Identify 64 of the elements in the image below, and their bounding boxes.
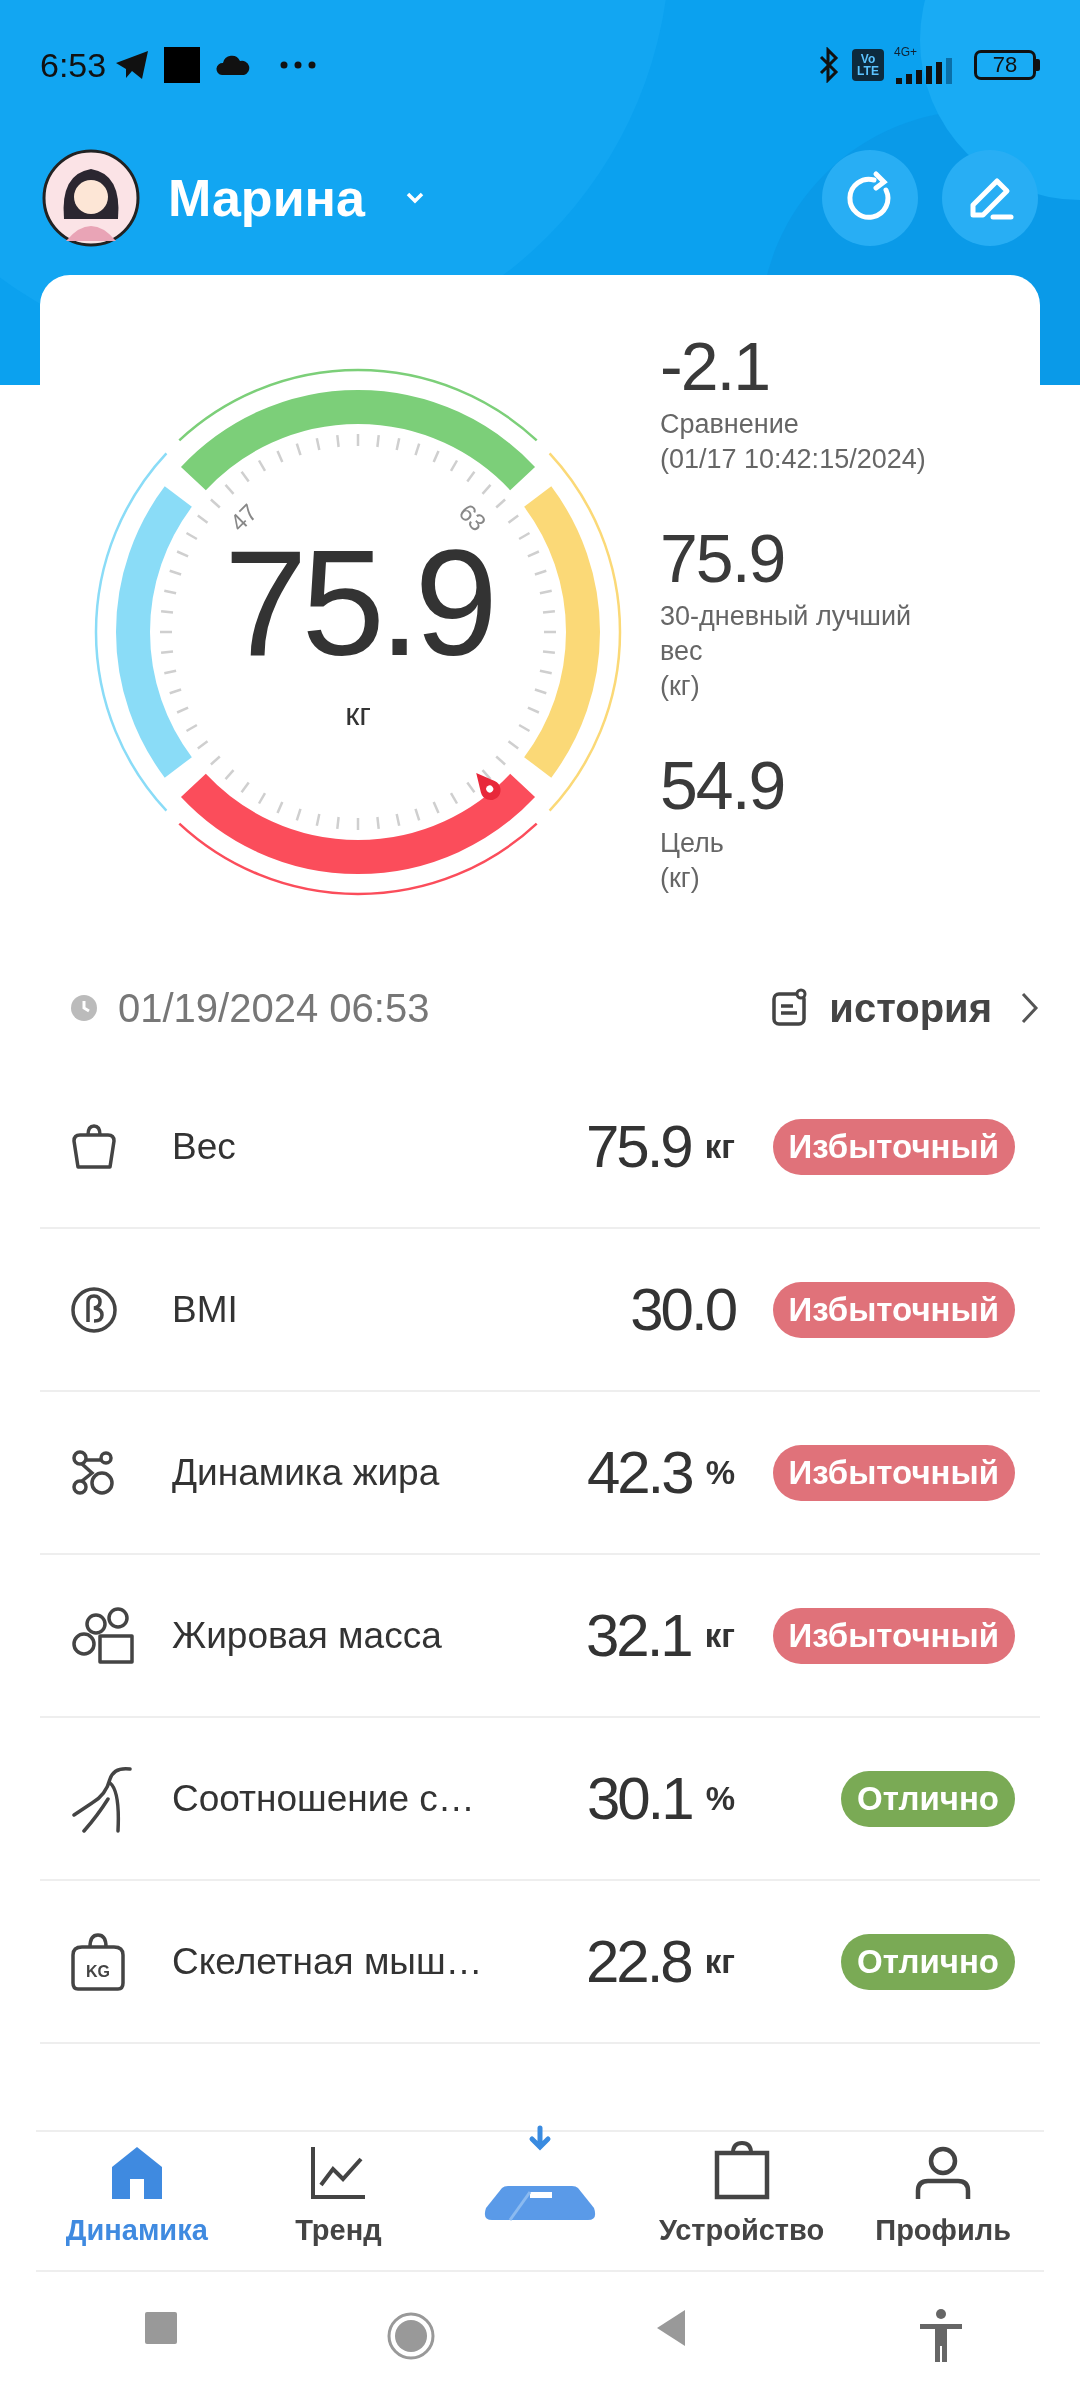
nav-tab[interactable]: Динамика (65, 2144, 208, 2252)
metric-name: Вес (172, 1124, 237, 1169)
home-button[interactable] (386, 2311, 436, 2361)
avatar-icon (42, 148, 140, 247)
more-icon (280, 61, 317, 69)
metric-name: Жировая масса (172, 1613, 443, 1658)
nav-tab[interactable]: Тренд (295, 2144, 382, 2252)
circle-icon (70, 1285, 118, 1334)
person-icon (914, 2144, 973, 2201)
send-icon (114, 49, 151, 81)
tick-label: 47 (224, 498, 263, 537)
bluetooth-icon (818, 47, 840, 83)
battery-indicator: 78 (974, 50, 1036, 80)
stat-label: (01/17 10:42:15/2024) (660, 443, 926, 476)
stat-label: вес (660, 635, 704, 668)
chevron-right-icon (1020, 991, 1040, 1025)
weight-bag-icon (70, 1122, 118, 1171)
stat-label: Цель (660, 827, 725, 860)
metric-value: 22.8 (585, 1926, 691, 1997)
volte-badge: Vo LTE (852, 49, 884, 81)
status-tag: Избыточный (772, 1444, 1015, 1501)
metric-unit: кг (704, 1941, 735, 1982)
network-type: 4G+ (894, 46, 917, 58)
metric-value: 30.0 (630, 1274, 735, 1345)
metric-value: 42.3 (586, 1437, 692, 1508)
metric-unit: кг (704, 1126, 735, 1167)
recent-apps-button[interactable] (144, 2311, 178, 2345)
metric-unit: % (705, 1778, 735, 1819)
metric-name: BMI (172, 1287, 239, 1332)
metric-value: 32.1 (585, 1600, 691, 1671)
nav-tab[interactable]: Профиль (875, 2144, 1012, 2252)
status-tag: Отлично (841, 1933, 1015, 1990)
cloud-icon (216, 54, 251, 76)
body-outline-icon (70, 1764, 132, 1833)
clock-time: 6:53 (40, 44, 107, 86)
metric-value: 30.1 (586, 1763, 692, 1834)
weight-unit: кг (345, 696, 371, 732)
stat-label: (кг) (660, 670, 701, 703)
clock-icon (70, 994, 98, 1022)
metric-name: Динамика жира (172, 1450, 441, 1495)
history-link[interactable]: история (771, 978, 1040, 1038)
stat-value: 54.9 (660, 746, 786, 825)
status-tag: Избыточный (772, 1607, 1015, 1664)
status-tag: Избыточный (772, 1118, 1015, 1175)
stat-label: Сравнение (660, 408, 800, 441)
metric-name: Скелетная мыш… (172, 1939, 484, 1984)
line-chart-icon (309, 2144, 368, 2201)
stat-value: 75.9 (660, 519, 786, 598)
metric-unit: кг (704, 1615, 735, 1656)
bag-icon (712, 2140, 771, 2201)
chevron-down-icon[interactable] (404, 191, 425, 204)
notification-square (164, 47, 201, 83)
status-tag: Отлично (841, 1770, 1015, 1827)
metric-value: 75.9 (585, 1111, 691, 1182)
status-tag: Избыточный (772, 1281, 1015, 1338)
tick-label: 63 (453, 498, 492, 537)
metric-unit: % (705, 1452, 735, 1493)
nav-tab[interactable]: Устройство (658, 2140, 825, 2252)
stat-label: 30-дневный лучший (660, 600, 913, 633)
stat-value: -2.1 (660, 327, 771, 406)
measurement-date: 01/19/2024 06:53 (118, 985, 430, 1032)
stat-label: (кг) (660, 862, 701, 895)
gauge-pointer (476, 772, 501, 801)
metric-name: Соотношение с… (172, 1776, 476, 1821)
